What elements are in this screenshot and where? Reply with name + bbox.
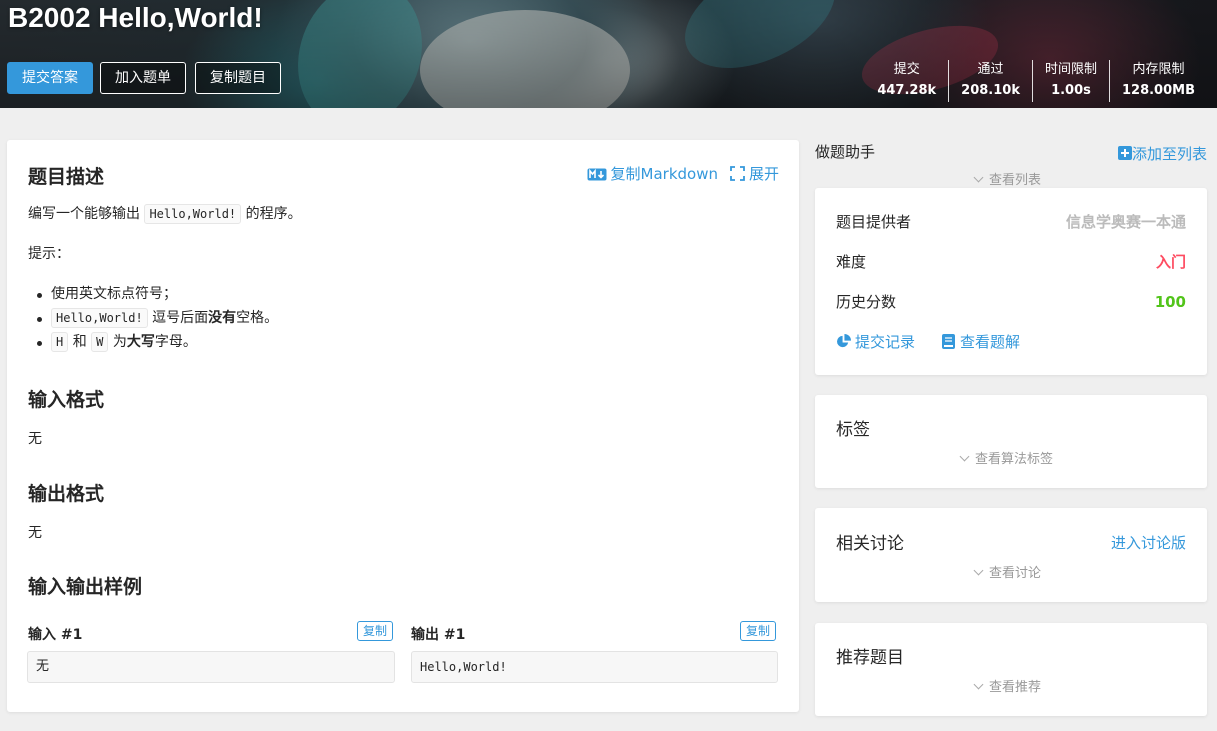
view-list-label: 查看列表 bbox=[989, 173, 1042, 188]
chevron-down-icon bbox=[973, 172, 984, 183]
input-format-heading: 输入格式 bbox=[28, 389, 105, 411]
view-recommend-label: 查看推荐 bbox=[989, 680, 1042, 695]
chevron-down-icon bbox=[973, 565, 984, 576]
desc-text: 的程序。 bbox=[245, 206, 302, 222]
stat-value: 447.28k bbox=[877, 83, 937, 98]
markdown-icon bbox=[587, 168, 607, 181]
sample-input-label: 输入 #1 bbox=[28, 627, 83, 643]
history-score-row: 历史分数 100 bbox=[836, 290, 1186, 314]
sample-input-box[interactable]: 无 bbox=[27, 651, 395, 683]
view-tags-label: 查看算法标签 bbox=[975, 452, 1054, 467]
hint-text: 逗号后面 bbox=[152, 310, 209, 326]
problem-title: B2002 Hello,World! bbox=[8, 2, 263, 33]
stat-memory-limit: 内存限制 128.00MB bbox=[1108, 60, 1207, 102]
info-actions: 提交记录 查看题解 bbox=[836, 330, 1186, 354]
problem-banner: B2002 Hello,World! 提交答案 加入题单 复制题目 提交 447… bbox=[0, 0, 1217, 108]
input-format-text: 无 bbox=[28, 431, 42, 447]
stat-value: 128.00MB bbox=[1121, 83, 1195, 98]
chevron-down-icon bbox=[973, 679, 984, 690]
view-discussion-toggle[interactable]: 查看讨论 bbox=[973, 562, 1042, 581]
sample-output-label: 输出 #1 bbox=[411, 627, 466, 643]
view-recommend-toggle[interactable]: 查看推荐 bbox=[973, 676, 1042, 695]
description-heading: 题目描述 bbox=[28, 166, 105, 188]
view-list-toggle[interactable]: 查看列表 bbox=[973, 169, 1042, 188]
inline-code: W bbox=[91, 332, 109, 352]
expand-label: 展开 bbox=[748, 165, 779, 183]
hint-text: 和 bbox=[72, 334, 87, 350]
recommend-title: 推荐题目 bbox=[836, 648, 904, 668]
hint-item: 使用英文标点符号； bbox=[37, 283, 278, 307]
hint-bold: 大写 bbox=[126, 334, 155, 350]
hint-item: H 和 W 为大写字母。 bbox=[37, 331, 278, 355]
problem-info-card: 题目提供者 信息学奥赛一本通 难度 入门 历史分数 100 提交记录 查看题解 bbox=[815, 188, 1207, 375]
provider-label: 题目提供者 bbox=[836, 213, 912, 231]
stat-time-limit: 时间限制 1.00s bbox=[1031, 60, 1109, 102]
difficulty-label: 难度 bbox=[836, 253, 867, 271]
view-tags-toggle[interactable]: 查看算法标签 bbox=[959, 448, 1054, 467]
add-to-list-link[interactable]: 添加至列表 bbox=[1117, 143, 1207, 164]
view-discussion-label: 查看讨论 bbox=[989, 566, 1042, 581]
tags-card: 标签 查看算法标签 bbox=[815, 395, 1207, 488]
hint-list: 使用英文标点符号； Hello,World! 逗号后面没有空格。 H 和 W 为… bbox=[37, 283, 278, 355]
hint-text: 为 bbox=[112, 334, 127, 350]
copy-sample-input-button[interactable]: 复制 bbox=[357, 621, 394, 641]
copy-problem-button[interactable]: 复制题目 bbox=[195, 62, 281, 94]
recommend-card: 推荐题目 查看推荐 bbox=[815, 623, 1207, 716]
inline-code: Hello,World! bbox=[144, 204, 242, 224]
submission-records-label: 提交记录 bbox=[855, 333, 916, 351]
stat-label: 时间限制 bbox=[1044, 62, 1097, 77]
hint-bold: 没有 bbox=[208, 310, 237, 326]
plus-square-icon bbox=[1117, 146, 1132, 160]
problem-tools: 复制Markdown 展开 bbox=[587, 163, 779, 184]
history-score-value: 100 bbox=[1154, 293, 1186, 311]
book-icon bbox=[942, 334, 955, 349]
copy-markdown-link[interactable]: 复制Markdown bbox=[587, 163, 718, 184]
discussion-title: 相关讨论 bbox=[836, 534, 904, 554]
helper-title: 做题助手 bbox=[815, 143, 876, 161]
difficulty-value: 入门 bbox=[1155, 253, 1186, 271]
output-format-text: 无 bbox=[28, 525, 42, 541]
hint-text: 字母。 bbox=[154, 334, 197, 350]
stat-label: 通过 bbox=[977, 62, 1004, 77]
enter-discussion-link[interactable]: 进入讨论版 bbox=[1111, 532, 1186, 553]
inline-code: Hello,World! bbox=[51, 308, 148, 328]
stat-value: 1.00s bbox=[1051, 83, 1091, 98]
problem-stats: 提交 447.28k 通过 208.10k 时间限制 1.00s 内存限制 12… bbox=[865, 60, 1207, 102]
stat-label: 内存限制 bbox=[1132, 62, 1185, 77]
tags-title: 标签 bbox=[836, 420, 870, 440]
stat-submissions: 提交 447.28k bbox=[865, 60, 948, 102]
view-solutions-link[interactable]: 查看题解 bbox=[942, 330, 1020, 354]
chevron-down-icon bbox=[959, 451, 970, 462]
stat-accepted: 通过 208.10k bbox=[948, 60, 1032, 102]
output-format-heading: 输出格式 bbox=[28, 483, 105, 505]
hint-text: 使用英文标点符号； bbox=[51, 286, 177, 302]
history-score-label: 历史分数 bbox=[836, 293, 897, 311]
hint-item: Hello,World! 逗号后面没有空格。 bbox=[37, 307, 278, 331]
problem-card: 题目描述 复制Markdown 展开 编写一个能够输出 Hello,World!… bbox=[7, 140, 799, 712]
submission-records-link[interactable]: 提交记录 bbox=[836, 330, 915, 354]
difficulty-row: 难度 入门 bbox=[836, 250, 1186, 274]
provider-value[interactable]: 信息学奥赛一本通 bbox=[1066, 210, 1186, 234]
expand-link[interactable]: 展开 bbox=[730, 163, 779, 184]
stat-value: 208.10k bbox=[961, 83, 1020, 98]
desc-text: 编写一个能够输出 bbox=[28, 206, 140, 222]
problem-description: 编写一个能够输出 Hello,World! 的程序。 bbox=[28, 203, 302, 224]
copy-sample-output-button[interactable]: 复制 bbox=[740, 621, 777, 641]
hint-text: 空格。 bbox=[236, 310, 279, 326]
submit-answer-button[interactable]: 提交答案 bbox=[7, 62, 93, 94]
expand-icon bbox=[730, 166, 745, 181]
inline-code: H bbox=[51, 332, 69, 352]
view-solutions-label: 查看题解 bbox=[960, 333, 1021, 351]
samples-heading: 输入输出样例 bbox=[28, 576, 143, 598]
discussion-card: 相关讨论 进入讨论版 查看讨论 bbox=[815, 508, 1207, 602]
copy-markdown-label: 复制Markdown bbox=[610, 165, 718, 183]
stat-label: 提交 bbox=[893, 62, 920, 77]
sample-output-box[interactable]: Hello,World! bbox=[411, 651, 778, 683]
hint-label: 提示： bbox=[28, 246, 70, 262]
add-to-list-label: 添加至列表 bbox=[1131, 145, 1207, 163]
provider-row: 题目提供者 信息学奥赛一本通 bbox=[836, 210, 1186, 234]
pie-chart-icon bbox=[837, 334, 851, 348]
add-to-problemset-button[interactable]: 加入题单 bbox=[100, 62, 186, 94]
